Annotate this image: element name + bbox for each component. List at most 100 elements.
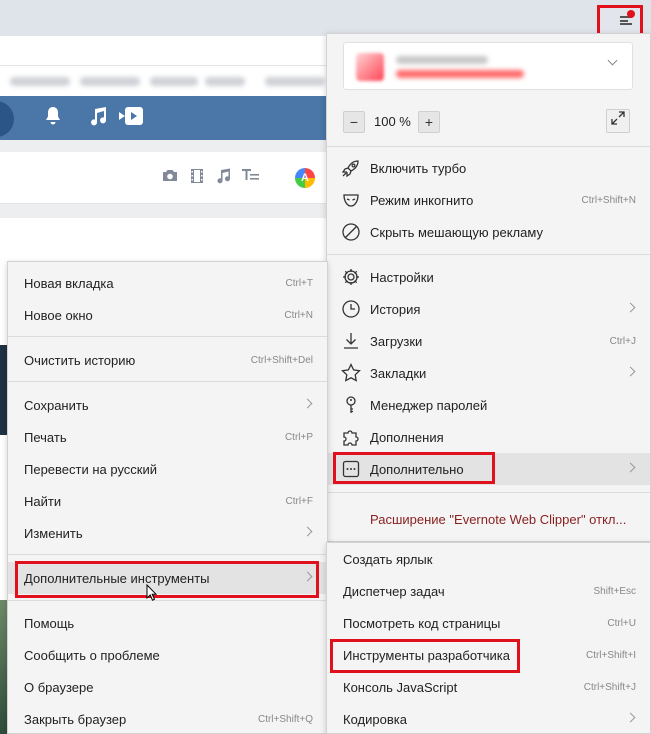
menu-item-close-browser[interactable]: Закрыть браузер Ctrl+Shift+Q — [8, 703, 327, 734]
video-play-icon[interactable] — [118, 106, 144, 133]
key-icon — [341, 395, 361, 415]
bell-icon[interactable] — [44, 106, 62, 133]
menu-item-about[interactable]: О браузере — [8, 671, 327, 703]
shortcut-hint: Ctrl+J — [609, 335, 636, 347]
chevron-right-icon — [625, 302, 636, 313]
zoom-out-button[interactable]: − — [343, 111, 365, 133]
site-header — [0, 96, 330, 140]
menu-item-more[interactable]: Дополнительно — [327, 453, 650, 485]
browser-titlebar — [0, 0, 651, 36]
post-composer[interactable] — [0, 152, 330, 204]
chevron-right-icon — [625, 366, 636, 377]
menu-item-save[interactable]: Сохранить — [8, 389, 327, 421]
menu-item-new-tab[interactable]: Новая вкладка Ctrl+T — [8, 267, 327, 299]
bookmark-item[interactable] — [265, 77, 325, 86]
menu-item-new-window[interactable]: Новое окно Ctrl+N — [8, 299, 327, 331]
shortcut-hint: Ctrl+Shift+Q — [257, 713, 313, 725]
menu-item-history[interactable]: История — [327, 293, 650, 325]
menu-item-label: Создать ярлык — [343, 551, 433, 567]
menu-item-edit[interactable]: Изменить — [8, 517, 327, 549]
menu-item-report-problem[interactable]: Сообщить о проблеме — [8, 639, 327, 671]
gear-icon — [341, 267, 361, 287]
chevron-right-icon — [625, 462, 636, 473]
post-image[interactable] — [0, 345, 7, 435]
page-gap — [0, 204, 330, 218]
menu-item-hide-ads[interactable]: Скрыть мешающую рекламу — [327, 216, 650, 248]
bookmark-item[interactable] — [10, 77, 70, 86]
page-gap — [0, 140, 330, 152]
header-avatar[interactable] — [0, 101, 14, 137]
menu-separator — [8, 381, 327, 382]
menu-item-label: Печать — [24, 429, 67, 445]
extension-notice-text: Расширение "Evernote Web Clipper" откл..… — [370, 511, 627, 527]
menu-item-settings[interactable]: Настройки — [327, 261, 650, 293]
menu-item-label: О браузере — [24, 679, 94, 695]
menu-item-print[interactable]: Печать Ctrl+P — [8, 421, 327, 453]
zoom-in-button[interactable]: + — [418, 111, 440, 133]
mouse-cursor-icon — [146, 584, 158, 601]
menu-item-encoding[interactable]: Кодировка — [327, 703, 650, 734]
shortcut-hint: Ctrl+P — [284, 431, 313, 443]
chevron-right-icon — [625, 712, 636, 723]
menu-item-clear-history[interactable]: Очистить историю Ctrl+Shift+Del — [8, 344, 327, 376]
bookmark-item[interactable] — [150, 77, 198, 86]
menu-item-js-console[interactable]: Консоль JavaScript Ctrl+Shift+J — [327, 671, 650, 703]
menu-separator — [8, 336, 327, 337]
music-note-icon[interactable] — [214, 168, 234, 189]
zoom-controls: − 100 % + — [327, 104, 650, 140]
film-icon[interactable] — [187, 168, 207, 189]
menu-item-dev-tools[interactable]: Инструменты разработчика Ctrl+Shift+I — [327, 639, 650, 671]
profile-selector[interactable] — [343, 42, 633, 90]
menu-item-bookmarks[interactable]: Закладки — [327, 357, 650, 389]
zoom-level: 100 % — [374, 114, 411, 129]
menu-item-label: Новая вкладка — [24, 275, 114, 291]
fullscreen-icon — [611, 111, 625, 125]
more-submenu: Новая вкладка Ctrl+T Новое окно Ctrl+N О… — [7, 261, 328, 734]
menu-item-more-tools[interactable]: Дополнительные инструменты — [8, 562, 327, 594]
menu-item-password-manager[interactable]: Менеджер паролей — [327, 389, 650, 421]
menu-separator — [8, 600, 327, 601]
incognito-icon — [341, 190, 361, 210]
chevron-right-icon — [302, 398, 313, 409]
menu-item-label: Кодировка — [343, 711, 407, 727]
menu-item-task-manager[interactable]: Диспетчер задач Shift+Esc — [327, 575, 650, 607]
menu-item-find[interactable]: Найти Ctrl+F — [8, 485, 327, 517]
text-format-icon[interactable] — [241, 168, 261, 189]
menu-item-extensions[interactable]: Дополнения — [327, 421, 650, 453]
menu-item-help[interactable]: Помощь — [8, 607, 327, 639]
menu-separator — [8, 554, 327, 555]
music-note-icon[interactable] — [89, 106, 107, 133]
menu-item-label: Инструменты разработчика — [343, 647, 510, 663]
download-icon — [341, 331, 361, 351]
rocket-icon — [341, 158, 361, 178]
menu-item-translate[interactable]: Перевести на русский — [8, 453, 327, 485]
menu-separator — [327, 254, 650, 255]
extension-notice[interactable]: Расширение "Evernote Web Clipper" откл..… — [327, 504, 650, 534]
menu-item-incognito[interactable]: Режим инкогнито Ctrl+Shift+N — [327, 184, 650, 216]
puzzle-icon — [341, 427, 361, 447]
shortcut-hint: Shift+Esc — [593, 585, 636, 597]
bookmark-item[interactable] — [80, 77, 140, 86]
post-image[interactable] — [0, 600, 7, 734]
menu-separator — [327, 146, 650, 147]
menu-item-turbo[interactable]: Включить турбо — [327, 152, 650, 184]
menu-item-label: Дополнительные инструменты — [24, 570, 210, 586]
menu-item-view-source[interactable]: Посмотреть код страницы Ctrl+U — [327, 607, 650, 639]
menu-item-downloads[interactable]: Загрузки Ctrl+J — [327, 325, 650, 357]
user-avatar[interactable]: A — [295, 168, 315, 188]
avatar — [356, 53, 384, 81]
menu-item-label: Диспетчер задач — [343, 583, 445, 599]
menu-item-label: Сохранить — [24, 397, 89, 413]
menu-item-create-shortcut[interactable]: Создать ярлык — [327, 543, 650, 575]
more-icon — [341, 459, 361, 479]
menu-separator — [327, 492, 650, 493]
fullscreen-button[interactable] — [606, 109, 630, 133]
shortcut-hint: Ctrl+N — [284, 309, 313, 321]
camera-icon[interactable] — [160, 168, 180, 189]
block-icon — [341, 222, 361, 242]
menu-item-label: Найти — [24, 493, 62, 509]
shortcut-hint: Ctrl+T — [285, 277, 314, 289]
chevron-down-icon[interactable] — [607, 55, 618, 66]
address-bar[interactable] — [0, 36, 330, 66]
bookmark-item[interactable] — [205, 77, 245, 86]
